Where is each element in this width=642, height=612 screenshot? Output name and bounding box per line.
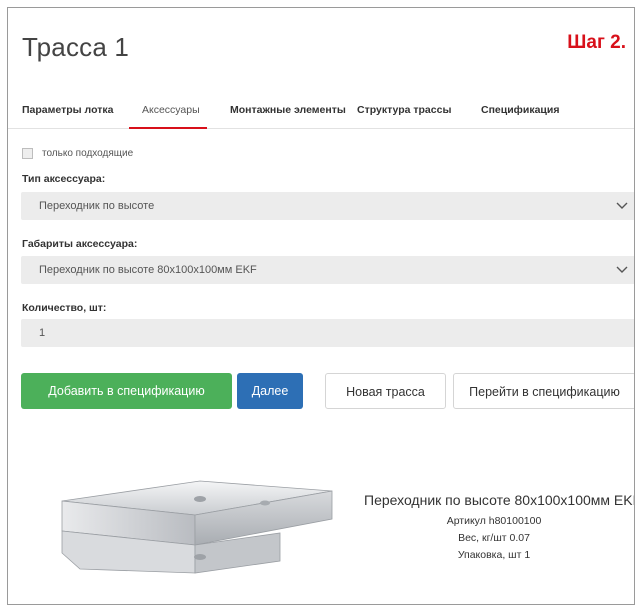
only-matching-checkbox[interactable] [22,148,33,159]
chevron-down-icon [616,202,628,209]
accessory-type-select[interactable]: Переходник по высоте [21,192,634,220]
quantity-input[interactable]: 1 [21,319,634,347]
chevron-down-icon [616,266,628,273]
only-matching-filter: только подходящие [22,148,133,159]
tab-specification[interactable]: Спецификация [481,104,559,116]
accessory-size-value: Переходник по высоте 80x100x100мм EKF [39,264,257,276]
page-title: Трасса 1 [22,32,130,62]
accessory-type-label: Тип аксессуара: [22,173,106,185]
active-tab-indicator [129,127,207,129]
go-to-spec-button[interactable]: Перейти в спецификацию [453,373,634,409]
quantity-label: Количество, шт: [22,302,107,314]
tab-tray-params[interactable]: Параметры лотка [22,104,113,116]
tab-bar: Параметры лотка Аксессуары Монтажные эле… [8,92,634,129]
app-window: Трасса 1 Шаг 2. Параметры лотка Аксессуа… [7,7,635,605]
accessory-size-label: Габариты аксессуара: [22,238,138,250]
product-image [61,480,333,574]
tab-accessories[interactable]: Аксессуары [142,104,200,116]
accessory-type-value: Переходник по высоте [39,200,155,212]
product-name: Переходник по высоте 80x100x100мм EKF [364,492,635,508]
add-to-spec-button[interactable]: Добавить в спецификацию [21,373,232,409]
new-route-button[interactable]: Новая трасса [325,373,446,409]
step-label: Шаг 2. [567,32,626,53]
product-weight: Вес, кг/шт 0.07 [458,532,530,544]
tab-mounting-elements[interactable]: Монтажные элементы [230,104,346,116]
next-button[interactable]: Далее [237,373,303,409]
product-article: Артикул h80100100 [446,515,542,527]
tab-route-structure[interactable]: Структура трассы [357,104,451,116]
quantity-value: 1 [39,327,46,339]
accessory-size-select[interactable]: Переходник по высоте 80x100x100мм EKF [21,256,634,284]
only-matching-label: только подходящие [42,148,134,159]
product-package: Упаковка, шт 1 [457,549,531,561]
